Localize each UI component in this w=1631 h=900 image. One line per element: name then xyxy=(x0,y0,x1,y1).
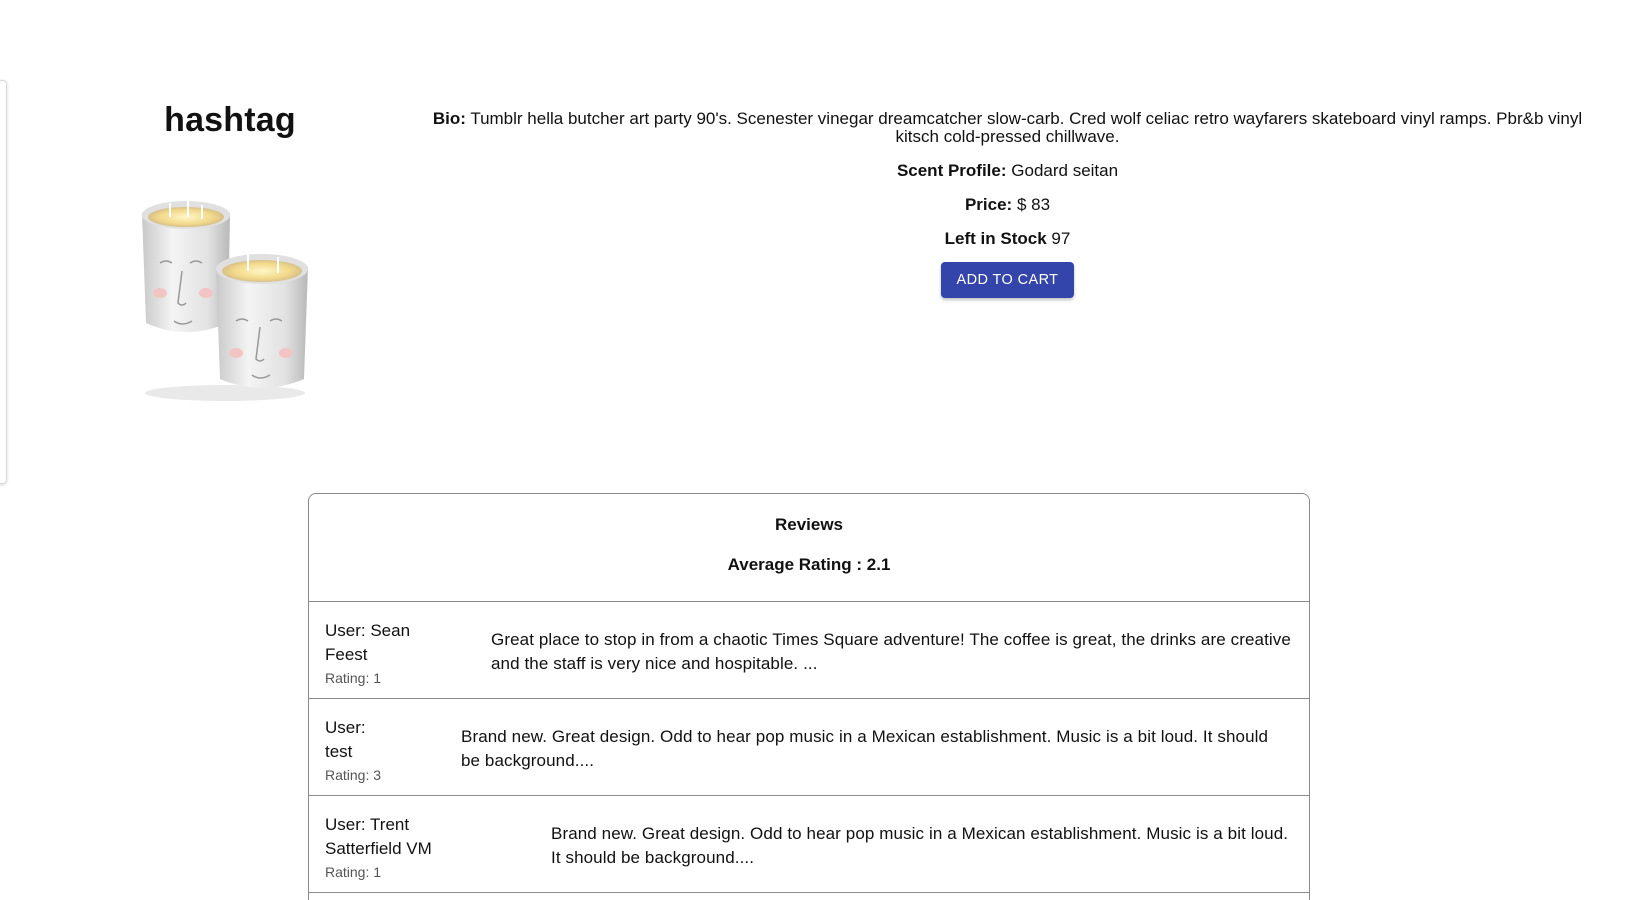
review-user-line-2: Feest xyxy=(325,645,368,664)
review-user-line-2: test xyxy=(325,742,353,761)
review-row: User: test Rating: 3 Brand new. Great de… xyxy=(309,699,1309,796)
average-rating: Average Rating : 2.1 xyxy=(727,555,891,574)
reviews-header: Reviews Average Rating : 2.1 xyxy=(309,494,1309,602)
review-user-line-1: User: Sean xyxy=(325,621,411,640)
review-row: User: Sean Feest Rating: 1 Great place t… xyxy=(309,602,1309,699)
product-info: Bio: Tumblr hella butcher art party 90's… xyxy=(420,110,1595,298)
product-card-edge xyxy=(0,80,7,484)
scent-value: Godard seitan xyxy=(1011,161,1119,180)
bio-label: Bio: xyxy=(432,109,466,128)
review-user: User: test Rating: 3 xyxy=(325,716,381,784)
reviews-panel: Reviews Average Rating : 2.1 User: Sean … xyxy=(308,493,1310,900)
price-line: Price: $ 83 xyxy=(420,196,1595,214)
price-value: $ 83 xyxy=(1016,195,1051,214)
price-label: Price: xyxy=(964,195,1013,214)
review-rating: Rating: 3 xyxy=(325,767,382,783)
review-row: User: Trent Satterfield VM Rating: 1 Bra… xyxy=(309,796,1309,893)
stock-line: Left in Stock 97 xyxy=(420,230,1595,248)
stock-label: Left in Stock xyxy=(944,229,1047,248)
review-rating: Rating: 1 xyxy=(325,670,382,686)
add-to-cart-button[interactable]: ADD TO CART xyxy=(940,262,1075,298)
product-title: hashtag xyxy=(164,101,296,139)
bio-text: Tumblr hella butcher art party 90's. Sce… xyxy=(470,109,1583,146)
product-page: hashtag Bio: Tumblr hella butcher art pa… xyxy=(0,0,1631,900)
bio-line: Bio: Tumblr hella butcher art party 90's… xyxy=(420,110,1595,146)
product-header: hashtag xyxy=(90,95,370,401)
review-text: Great place to stop in from a chaotic Ti… xyxy=(491,630,1291,673)
product-image xyxy=(142,201,308,401)
review-text: Brand new. Great design. Odd to hear pop… xyxy=(461,727,1269,770)
scent-line: Scent Profile: Godard seitan xyxy=(420,162,1595,180)
review-user-line-1: User: xyxy=(325,718,366,737)
review-user: User: Trent Satterfield VM Rating: 1 xyxy=(325,813,432,881)
scent-label: Scent Profile: xyxy=(896,161,1007,180)
review-user-line-2: Satterfield VM xyxy=(325,839,432,858)
review-text: Brand new. Great design. Odd to hear pop… xyxy=(551,824,1289,867)
review-user: User: Sean Feest Rating: 1 xyxy=(325,619,410,687)
stock-value: 97 xyxy=(1051,229,1071,248)
review-rating: Rating: 1 xyxy=(325,864,382,880)
review-user-line-1: User: Trent xyxy=(325,815,410,834)
reviews-title: Reviews xyxy=(774,515,844,534)
